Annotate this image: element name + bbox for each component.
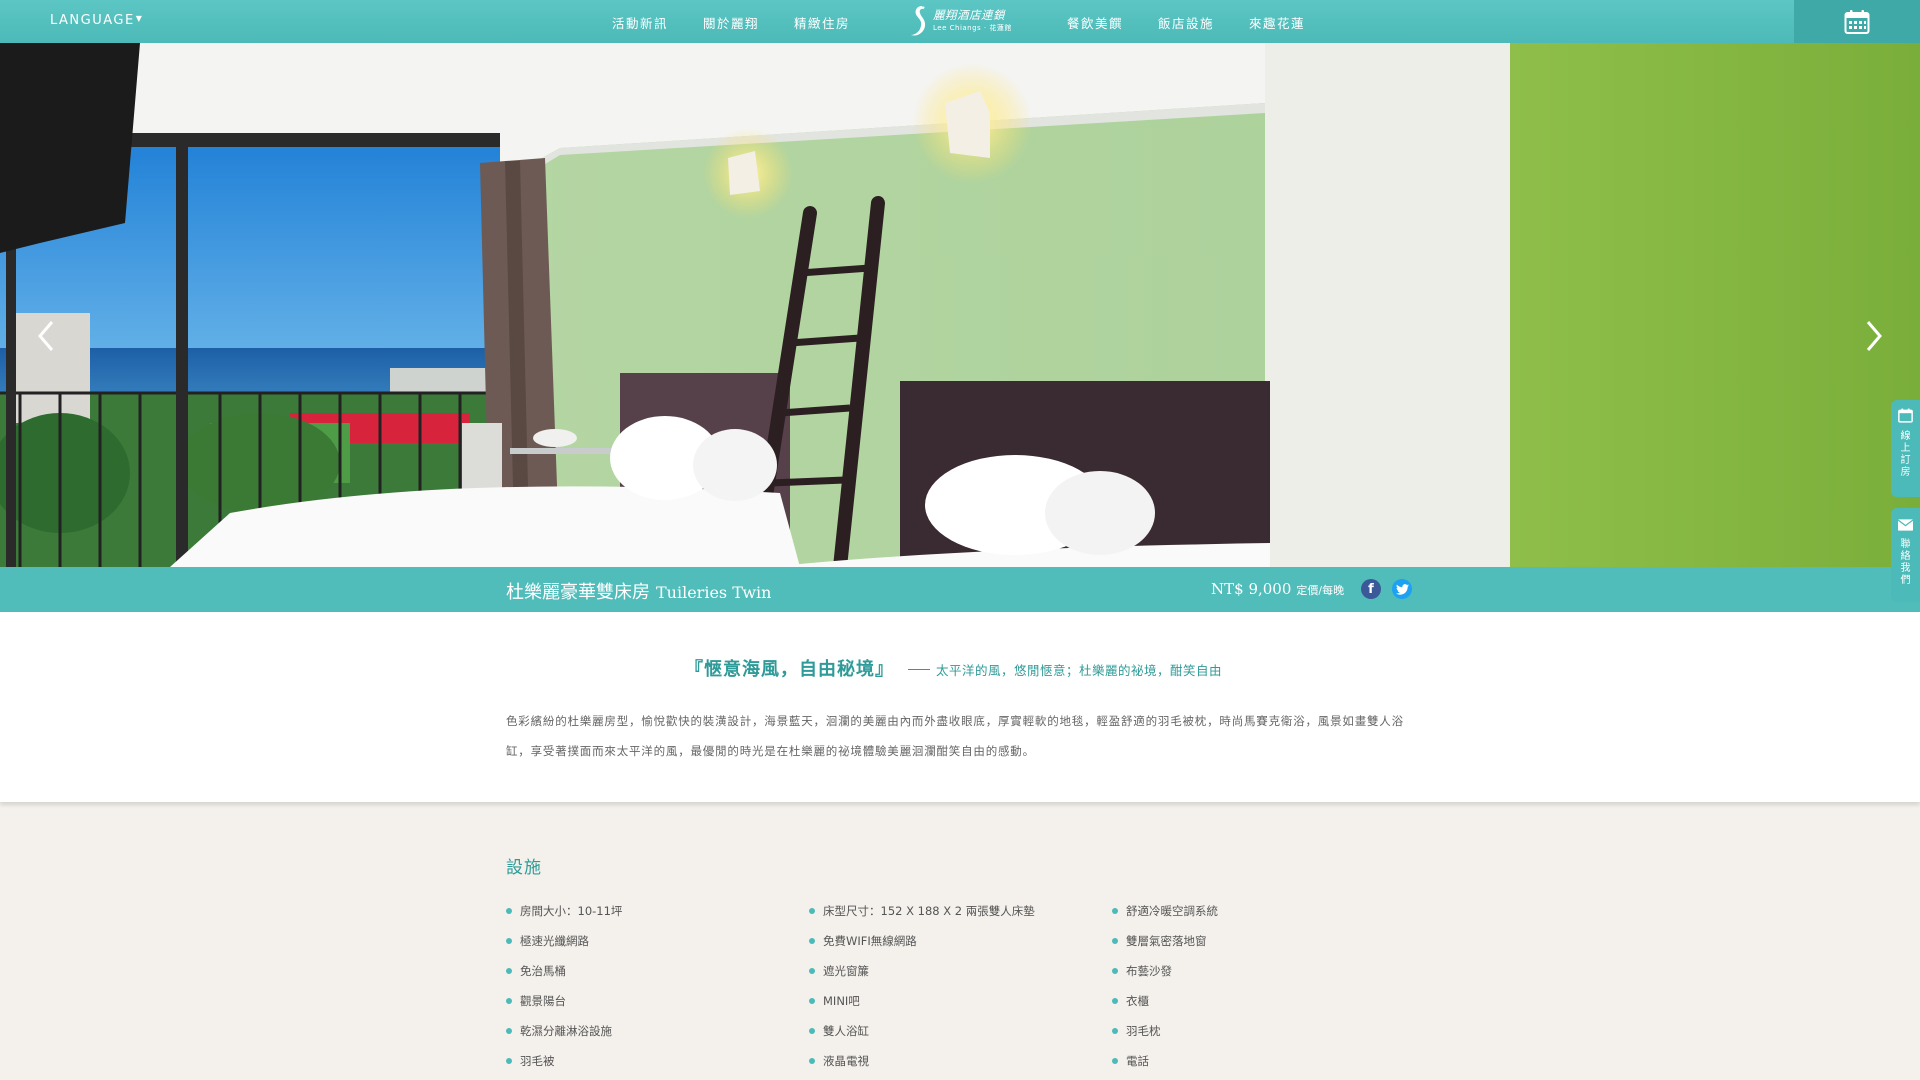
hotel-logo[interactable]: 麗翔酒店連鎖 Lee Chiangs · 花蓮館: [908, 1, 1012, 41]
room-name-en: Tuileries Twin: [656, 583, 772, 602]
facility-item: 免費WIFI無線網路: [809, 933, 917, 949]
facility-item: 雙層氣密落地窗: [1112, 933, 1207, 949]
facility-item: 布藝沙發: [1112, 963, 1172, 979]
carousel-next-button[interactable]: [1856, 313, 1892, 359]
headline-title: 『愜意海風，自由秘境』: [685, 659, 894, 680]
nav-link-news[interactable]: 活動新訊: [612, 13, 668, 32]
facility-item: 衣櫃: [1112, 993, 1149, 1009]
top-navigation-bar: LANGUAGE▼ 活動新訊 關於麗翔 精緻住房 麗翔酒店連鎖 Lee Chia…: [0, 0, 1920, 43]
facility-item: 免治馬桶: [506, 963, 566, 979]
facility-item: 乾濕分離淋浴設施: [506, 1023, 612, 1039]
room-price: NT$ 9,000 定價/每晚: [1211, 580, 1344, 598]
facility-item: 極速光纖網路: [506, 933, 589, 949]
logo-text-en: Lee Chiangs · 花蓮館: [933, 23, 1012, 32]
facility-item: 遮光窗簾: [809, 963, 869, 979]
logo-text-zh: 麗翔酒店連鎖: [933, 8, 1005, 23]
headline-subtitle: 太平洋的風，悠閒愜意；杜樂麗的祕境，酣笑自由: [936, 663, 1223, 678]
nav-link-facilities[interactable]: 飯店設施: [1158, 13, 1214, 32]
facility-item: 房間大小：10-11坪: [506, 903, 622, 919]
facility-item: 羽毛被: [506, 1053, 555, 1069]
booking-calendar-button[interactable]: [1794, 0, 1920, 43]
room-intro-section: 『愜意海風，自由秘境』 太平洋的風，悠閒愜意；杜樂麗的祕境，酣笑自由 色彩繽紛的杜…: [0, 612, 1920, 802]
chevron-left-icon: [38, 321, 54, 351]
language-selector[interactable]: LANGUAGE▼: [50, 13, 143, 28]
price-unit: 定價/每晚: [1296, 584, 1345, 597]
nav-link-about[interactable]: 關於麗翔: [703, 13, 759, 32]
room-caption-bar: 杜樂麗豪華雙床房 Tuileries Twin NT$ 9,000 定價/每晚 f: [0, 567, 1920, 612]
swan-logo-icon: [911, 6, 926, 36]
facebook-share-button[interactable]: f: [1361, 579, 1381, 599]
language-label: LANGUAGE: [50, 13, 135, 28]
calendar-icon: [1898, 408, 1913, 423]
twitter-share-button[interactable]: [1392, 579, 1412, 599]
facility-item: 觀景陽台: [506, 993, 566, 1009]
facility-item: 羽毛枕: [1112, 1023, 1161, 1039]
twitter-icon: [1395, 583, 1409, 595]
room-headline: 『愜意海風，自由秘境』 太平洋的風，悠閒愜意；杜樂麗的祕境，酣笑自由: [685, 655, 1222, 681]
price-value: NT$ 9,000: [1211, 580, 1292, 598]
facebook-icon: f: [1368, 581, 1374, 597]
room-photo-carousel: [0, 43, 1920, 567]
contact-us-label: 聯絡我們: [1900, 539, 1911, 586]
facility-item: 舒適冷暖空調系統: [1112, 903, 1218, 919]
envelope-icon: [1897, 519, 1914, 531]
facility-item: 雙人浴缸: [809, 1023, 869, 1039]
nav-link-rooms[interactable]: 精緻住房: [794, 13, 850, 32]
headline-dash: [908, 669, 930, 670]
room-title: 杜樂麗豪華雙床房 Tuileries Twin: [506, 578, 771, 604]
carousel-prev-button[interactable]: [28, 313, 64, 359]
facility-item: 液晶電視: [809, 1053, 869, 1069]
facility-item: 床型尺寸：152 X 188 X 2 兩張雙人床墊: [809, 903, 1035, 919]
online-booking-label: 線上訂房: [1900, 431, 1911, 478]
room-photo: [0, 43, 1920, 567]
room-description: 色彩繽紛的杜樂麗房型，愉悅歡快的裝潢設計，海景藍天，洄瀾的美麗由內而外盡收眼底，…: [506, 714, 1404, 758]
chevron-right-icon: [1866, 321, 1882, 351]
facility-item: 電話: [1112, 1053, 1149, 1069]
nav-link-hualien[interactable]: 來趣花蓮: [1249, 13, 1305, 32]
caret-down-icon: ▼: [135, 14, 144, 23]
facilities-title: 設施: [506, 858, 542, 878]
contact-us-side-tab[interactable]: 聯絡我們: [1891, 508, 1920, 602]
online-booking-side-tab[interactable]: 線上訂房: [1891, 400, 1920, 497]
room-name-zh: 杜樂麗豪華雙床房: [506, 582, 650, 603]
facility-item: MINI吧: [809, 993, 860, 1009]
calendar-icon: [1844, 9, 1870, 34]
nav-link-dining[interactable]: 餐飲美饌: [1067, 13, 1123, 32]
